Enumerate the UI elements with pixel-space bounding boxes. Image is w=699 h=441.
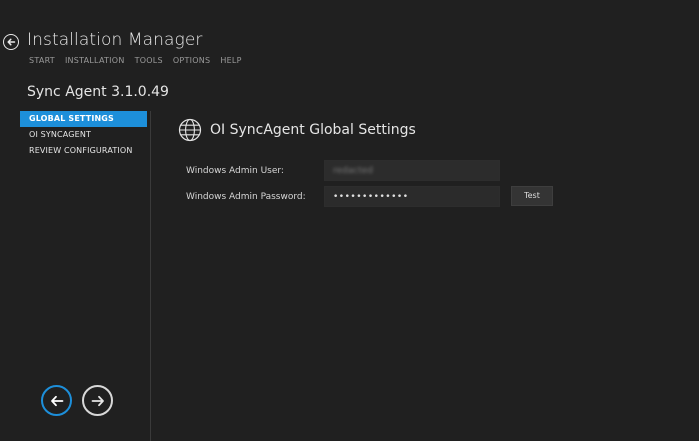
top-menu: START INSTALLATION TOOLS OPTIONS HELP bbox=[29, 56, 242, 65]
menu-item-help[interactable]: HELP bbox=[220, 56, 241, 65]
test-button[interactable]: Test bbox=[511, 186, 553, 206]
menu-item-tools[interactable]: TOOLS bbox=[135, 56, 163, 65]
admin-password-label: Windows Admin Password: bbox=[186, 192, 306, 202]
previous-step-button[interactable] bbox=[41, 385, 72, 416]
side-nav: GLOBAL SETTINGS OI SYNCAGENT REVIEW CONF… bbox=[20, 111, 147, 159]
product-title: Sync Agent 3.1.0.49 bbox=[27, 84, 169, 100]
globe-icon bbox=[178, 118, 202, 142]
menu-item-installation[interactable]: INSTALLATION bbox=[65, 56, 125, 65]
nav-item-label: REVIEW CONFIGURATION bbox=[29, 146, 133, 155]
back-button[interactable] bbox=[3, 34, 19, 50]
next-step-button[interactable] bbox=[82, 385, 113, 416]
admin-password-input[interactable]: ••••••••••••• bbox=[324, 186, 500, 207]
app-title: Installation Manager bbox=[27, 30, 203, 50]
admin-password-value: ••••••••••••• bbox=[333, 192, 409, 202]
nav-item-label: OI SYNCAGENT bbox=[29, 130, 91, 139]
nav-item-label: GLOBAL SETTINGS bbox=[29, 114, 114, 123]
section-title: OI SyncAgent Global Settings bbox=[210, 122, 416, 138]
nav-item-global-settings[interactable]: GLOBAL SETTINGS bbox=[20, 111, 147, 127]
menu-item-start[interactable]: START bbox=[29, 56, 55, 65]
installation-manager-window: Installation Manager START INSTALLATION … bbox=[0, 0, 699, 441]
section-header: OI SyncAgent Global Settings bbox=[178, 118, 416, 142]
arrow-left-icon bbox=[50, 395, 63, 406]
admin-user-input[interactable]: redacted bbox=[324, 160, 500, 181]
nav-item-oi-syncagent[interactable]: OI SYNCAGENT bbox=[20, 127, 147, 143]
admin-user-value: redacted bbox=[333, 166, 373, 176]
menu-item-options[interactable]: OPTIONS bbox=[173, 56, 210, 65]
test-button-label: Test bbox=[524, 191, 540, 200]
admin-user-label: Windows Admin User: bbox=[186, 166, 284, 176]
sidebar-divider bbox=[150, 111, 151, 441]
arrow-right-icon bbox=[91, 395, 104, 406]
arrow-left-icon bbox=[7, 38, 16, 46]
nav-item-review-configuration[interactable]: REVIEW CONFIGURATION bbox=[20, 143, 147, 159]
